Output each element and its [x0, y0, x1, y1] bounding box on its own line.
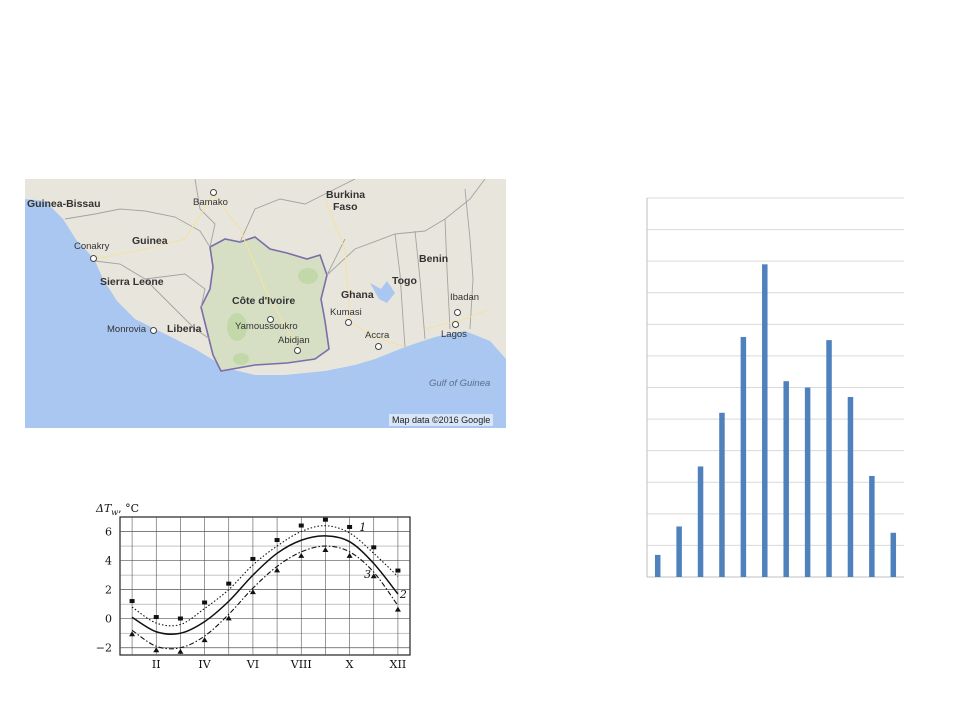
chart-ylabel-symbol: ΔT	[95, 502, 113, 515]
y-tick-label: −2	[96, 642, 112, 655]
label-lagos: Lagos	[441, 329, 467, 340]
series-label-1: 1	[359, 521, 366, 534]
temperature-anomaly-chart: ΔTw, °C 6 4 2 0 −2 II IV VI VIII X XII 1…	[95, 502, 411, 671]
bar-9	[826, 340, 832, 577]
data-point-triangle	[177, 648, 184, 654]
city-marker-bamako	[210, 189, 217, 196]
label-accra: Accra	[365, 330, 390, 341]
map-panel[interactable]: Guinea-Bissau Guinea Sierra Leone Liberi…	[25, 179, 506, 428]
data-point-triangle	[298, 552, 305, 558]
label-benin: Benin	[419, 253, 449, 265]
label-kumasi: Kumasi	[330, 307, 362, 318]
data-point-square	[153, 615, 159, 620]
data-point-square	[274, 538, 280, 543]
x-tick-label: XII	[390, 658, 407, 671]
x-tick-labels: II IV VI VIII X XII	[152, 658, 406, 671]
label-liberia: Liberia	[167, 323, 202, 335]
bar-11	[869, 475, 875, 577]
label-togo: Togo	[392, 275, 417, 287]
label-conakry: Conakry	[74, 241, 110, 252]
bar-4	[719, 412, 725, 577]
data-point-square	[129, 599, 135, 604]
label-sierra-leone: Sierra Leone	[100, 276, 164, 288]
data-point-triangle	[225, 615, 232, 621]
bar-2	[676, 526, 682, 577]
y-tick-label: 0	[105, 613, 112, 626]
label-cote-divoire: Côte d'Ivoire	[232, 295, 296, 307]
label-burkina: Burkina	[326, 189, 366, 201]
city-marker-monrovia	[150, 327, 157, 334]
y-tick-label: 6	[105, 526, 112, 539]
city-marker-lagos	[452, 321, 459, 328]
bar-6	[762, 264, 768, 577]
series-line-1	[131, 525, 399, 627]
label-guinea-bissau: Guinea-Bissau	[27, 198, 101, 210]
label-gulf-of-guinea: Gulf of Guinea	[429, 378, 491, 389]
bar-8	[804, 387, 811, 577]
x-tick-label: VIII	[290, 658, 312, 671]
data-point-square	[177, 616, 183, 621]
y-tick-label: 4	[105, 555, 112, 568]
label-bamako: Bamako	[193, 197, 228, 208]
map-park	[233, 353, 249, 365]
data-point-square	[202, 600, 208, 605]
bar-3	[697, 466, 704, 577]
bar-chart-bars	[654, 264, 897, 577]
map-park	[298, 268, 318, 284]
city-marker-conakry	[90, 255, 97, 262]
bar-12	[890, 532, 897, 577]
series-label-3: 3	[364, 568, 371, 581]
data-point-square	[371, 545, 377, 550]
data-point-square	[322, 517, 328, 522]
bar-1	[654, 554, 661, 577]
data-point-triangle	[346, 552, 353, 558]
y-tick-label: 2	[105, 584, 112, 597]
label-ibadan: Ibadan	[450, 292, 480, 303]
city-marker-kumasi	[345, 319, 352, 326]
data-point-triangle	[394, 606, 401, 612]
city-marker-accra	[375, 343, 382, 350]
label-yamoussoukro: Yamoussoukro	[235, 321, 298, 332]
series-label-2: 2	[399, 588, 407, 601]
data-point-square	[298, 523, 304, 528]
label-guinea: Guinea	[132, 235, 168, 247]
city-marker-abidjan	[294, 347, 301, 354]
map-credit: Map data ©2016 Google	[389, 414, 494, 426]
x-tick-label: IV	[198, 658, 211, 671]
bar-chart-grid	[646, 197, 904, 578]
x-tick-label: II	[152, 658, 161, 671]
monthly-bar-chart	[646, 197, 904, 578]
data-point-square	[226, 581, 232, 586]
y-tick-labels: 6 4 2 0 −2	[96, 526, 112, 655]
label-faso: Faso	[333, 201, 358, 213]
data-point-triangle	[274, 567, 281, 573]
x-tick-label: X	[346, 658, 354, 671]
city-marker-ibadan	[454, 309, 461, 316]
label-abidjan: Abidjan	[278, 335, 310, 346]
chart-ylabel-unit: , °C	[118, 502, 139, 515]
series-labels: 1 2 3	[359, 521, 407, 601]
bar-5	[740, 336, 747, 577]
label-monrovia: Monrovia	[107, 324, 147, 335]
data-point-square	[250, 556, 256, 561]
data-point-square	[347, 524, 353, 529]
series-line-2	[131, 535, 399, 635]
data-point-square	[395, 568, 401, 573]
chart-ylabel: ΔTw, °C	[95, 502, 139, 517]
label-ghana: Ghana	[341, 289, 374, 301]
bar-7	[783, 381, 789, 577]
bar-10	[847, 396, 854, 577]
data-point-triangle	[322, 547, 329, 553]
x-tick-label: VI	[246, 658, 259, 671]
